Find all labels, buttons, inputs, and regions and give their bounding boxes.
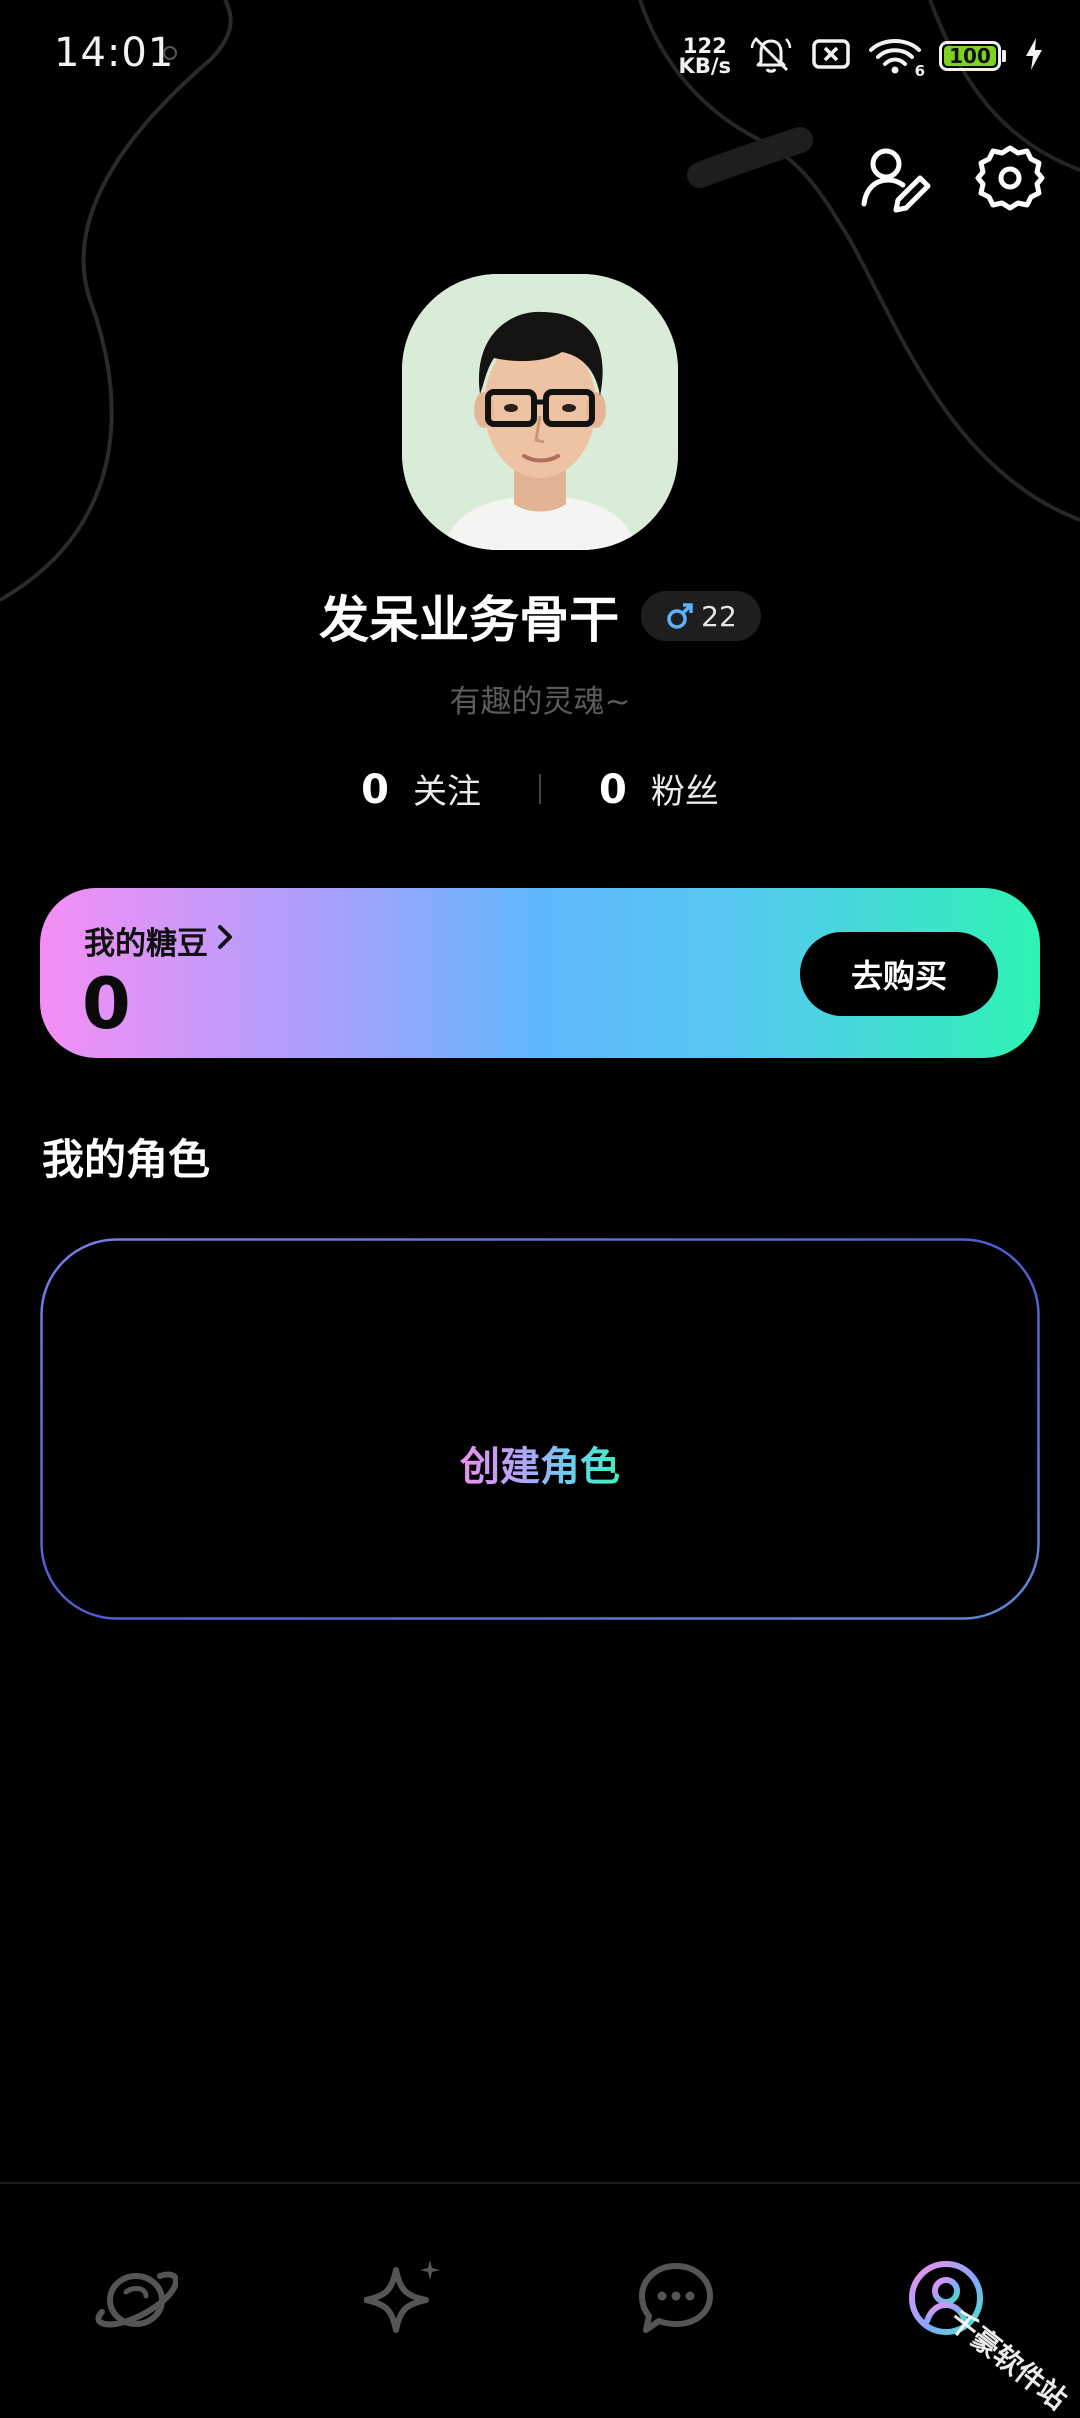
network-speed-unit: KB/s (678, 54, 731, 78)
followers-count: 0 (599, 767, 627, 813)
network-speed: 122 KB/s (678, 34, 731, 78)
battery-level: 100 (949, 44, 991, 68)
bottom-nav (0, 2182, 1080, 2402)
create-role-content: 创建角色 (40, 1366, 1040, 1492)
age-value: 22 (701, 599, 737, 633)
name-row: 发呆业务骨干 22 (0, 580, 1080, 652)
avatar-portrait (402, 274, 678, 550)
mute-bell-icon (749, 32, 793, 80)
gender-age-badge: 22 (641, 591, 761, 641)
planet-icon (94, 2260, 180, 2340)
followers-label: 粉丝 (650, 772, 719, 812)
follow-stats: 0 关注 0 粉丝 (0, 764, 1080, 813)
status-icons: 122 KB/s 6 100 (679, 32, 1044, 80)
buy-candy-button[interactable]: 去购买 (800, 932, 998, 1016)
chevron-right-icon (216, 923, 234, 959)
followers-stat[interactable]: 0 粉丝 (541, 764, 777, 813)
charging-bolt-icon (1024, 37, 1044, 75)
network-speed-value: 122 (682, 34, 727, 58)
status-bar: 14:01 122 KB/s 6 100 (0, 0, 1080, 110)
nav-item-create[interactable] (356, 2250, 456, 2350)
top-actions (856, 140, 1050, 220)
following-count: 0 (361, 767, 389, 813)
following-label: 关注 (413, 772, 481, 812)
status-time: 14:01 (54, 30, 175, 76)
create-role-label: 创建角色 (460, 1434, 620, 1492)
chat-bubble-icon (636, 2260, 716, 2340)
edit-profile-button[interactable] (856, 140, 936, 220)
sparkle-icon (363, 2256, 448, 2344)
gear-icon (974, 142, 1046, 218)
candy-balance: 0 (82, 963, 131, 1045)
avatar[interactable] (402, 274, 678, 550)
edit-profile-icon (858, 140, 934, 220)
settings-button[interactable] (970, 140, 1050, 220)
create-role-card[interactable]: 创建角色 (40, 1238, 1040, 1620)
candy-title-link[interactable]: 我的糖豆 (84, 918, 234, 963)
notification-dot-icon (163, 46, 177, 60)
roles-section-title: 我的角色 (42, 1135, 211, 1184)
plus-icon (512, 1366, 568, 1426)
user-name: 发呆业务骨干 (319, 591, 620, 649)
candy-card: 我的糖豆 0 去购买 (40, 888, 1040, 1058)
battery-icon: 100 (939, 41, 1001, 71)
nav-item-discover[interactable] (86, 2250, 186, 2350)
following-stat[interactable]: 0 关注 (303, 764, 539, 813)
no-sim-icon (811, 34, 851, 78)
bio: 有趣的灵魂~ (449, 684, 631, 720)
candy-title: 我的糖豆 (84, 926, 208, 962)
wifi-icon: 6 (869, 36, 925, 80)
male-icon (665, 601, 695, 631)
wifi-standard-label: 6 (914, 62, 925, 80)
nav-item-messages[interactable] (626, 2250, 726, 2350)
